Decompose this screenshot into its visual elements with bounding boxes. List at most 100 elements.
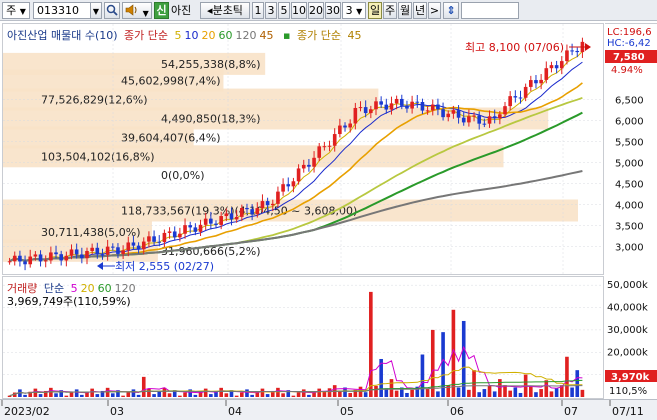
price-chart-pane[interactable]: 54,255,338(8,8%) 45,602,998(7,4%) 77,526,8… (2, 23, 604, 275)
count-select[interactable]: 3 ▼ (342, 2, 366, 19)
volume-bar (147, 388, 151, 397)
legend-ma-period-2: 45 (347, 29, 362, 42)
candle-body (338, 125, 342, 135)
candle-body (312, 157, 316, 167)
legend-ma-label-2: 종가 단순 (297, 29, 341, 42)
candle-body (327, 145, 332, 147)
price-tick-label: 6,500 (615, 96, 644, 107)
volume-tick-label: 40,000k (607, 303, 648, 314)
volume-bar (410, 389, 414, 397)
chart-toolbar: 주 ▼ 013310 ▼ ▼ 신 아진 ◂분초틱 1 3 5 10 20 30 3 ▼ 일… (0, 0, 657, 21)
intraday-toggle[interactable]: ◂분초틱 (200, 2, 250, 19)
unit-button-2[interactable]: 월 (398, 2, 412, 19)
candle-body (255, 208, 260, 215)
period-button-30[interactable]: 30 (325, 2, 341, 19)
volume-chart-pane[interactable]: 거래량 단순 5 20 60 120 3,969,749주(110,59%) (2, 276, 604, 399)
period-button-5[interactable]: 5 (278, 2, 290, 19)
legend-ma-icon: ▪ (283, 29, 291, 42)
candle-body (575, 50, 580, 53)
candle-body (374, 101, 378, 110)
volume-bar (38, 394, 43, 397)
candle-body (415, 101, 420, 103)
price-chart-canvas[interactable]: 54,255,338(8,8%) 45,602,998(7,4%) 77,526,8… (3, 24, 604, 275)
profile-label: 54,255,338(8,8%) (161, 58, 261, 71)
volume-bar (131, 389, 136, 397)
candle-body (539, 79, 543, 84)
candle-body (405, 105, 409, 109)
volume-bar (374, 385, 378, 397)
candle-body (12, 255, 17, 262)
volume-ma-line-5 (9, 345, 583, 397)
current-volume-text: 3,969,749주(110,59%) (7, 295, 131, 308)
candle-body (523, 86, 528, 98)
sound-button[interactable]: ▼ (122, 2, 152, 19)
search-button[interactable] (104, 2, 120, 19)
candle-body (508, 96, 512, 107)
candle-body (229, 213, 234, 220)
volume-bar (549, 391, 554, 397)
candle-body (141, 241, 146, 250)
price-axis: 6,500 6,000 5,500 5,000 4,500 4,000 3,500 3,000… (605, 23, 657, 275)
period-button-3[interactable]: 3 (265, 2, 277, 19)
current-volume-badge-text: 3,970k (611, 372, 650, 383)
volume-bar (136, 394, 141, 397)
candle-body (503, 106, 507, 115)
candle-body (441, 109, 445, 118)
volume-bar (276, 387, 280, 397)
candle-body (384, 104, 389, 110)
candle-body (219, 216, 223, 225)
volume-bar (141, 376, 146, 397)
market-select-value: 주 (6, 4, 17, 17)
legend-ma-period-60: 60 (218, 29, 233, 42)
candle-body (456, 110, 461, 118)
volume-bar (472, 370, 476, 397)
candle-body (33, 254, 38, 257)
candle-body (307, 164, 311, 167)
volume-bar (492, 391, 497, 397)
candle-body (379, 101, 383, 105)
candle-body (534, 80, 538, 84)
current-price-text: 7,580 (613, 52, 645, 63)
volume-tick-label: 30,000k (607, 325, 648, 336)
unit-button-0[interactable]: 일 (368, 2, 382, 19)
price-tick-label: 3,000 (615, 243, 644, 254)
unit-button-3[interactable]: 년 (413, 2, 427, 19)
price-axis-canvas: 6,500 6,000 5,500 5,000 4,500 4,000 3,500 3,000… (605, 27, 657, 254)
volume-bar (534, 392, 538, 397)
candle-body (410, 101, 414, 109)
volume-bar (33, 388, 38, 397)
speaker-icon (125, 4, 137, 16)
volume-bar (291, 395, 296, 397)
volume-bar (467, 389, 471, 397)
chevron-down-icon: ▼ (19, 7, 26, 16)
volume-bar (193, 394, 198, 397)
market-select[interactable]: 주 ▼ (2, 2, 30, 19)
candle-body (477, 115, 482, 124)
date-axis-canvas: 2023/02 03 04 05 06 07 07/11 (1, 400, 644, 418)
volume-bar (183, 392, 187, 397)
next-button[interactable]: > (428, 2, 441, 19)
volume-bar (575, 370, 580, 397)
volume-bar (110, 393, 115, 397)
volume-bar (420, 354, 425, 397)
candle-body (461, 117, 466, 123)
sort-button[interactable]: ⇕ (443, 2, 459, 19)
updown-arrow-icon: ⇕ (446, 4, 456, 17)
volume-bar (348, 392, 352, 397)
legend-ma-periods: 5 10 20 60 120 45 (175, 29, 277, 42)
period-button-1[interactable]: 1 (252, 2, 264, 19)
unit-button-1[interactable]: 주 (383, 2, 397, 19)
period-button-10[interactable]: 10 (291, 2, 307, 19)
period-button-20[interactable]: 20 (308, 2, 324, 19)
lc-badge: LC:196,6 (607, 27, 652, 38)
code-dropdown-button[interactable]: ▼ (90, 2, 102, 19)
candle-body (209, 218, 213, 224)
next-button-label: > (429, 4, 440, 17)
candle-body (420, 102, 425, 111)
candle-body (183, 225, 187, 234)
toolbar-extra-input[interactable] (461, 2, 519, 19)
candle-body (64, 255, 69, 261)
high-arrow-icon (585, 43, 591, 51)
candle-body (389, 103, 394, 110)
candle-body (513, 96, 518, 98)
